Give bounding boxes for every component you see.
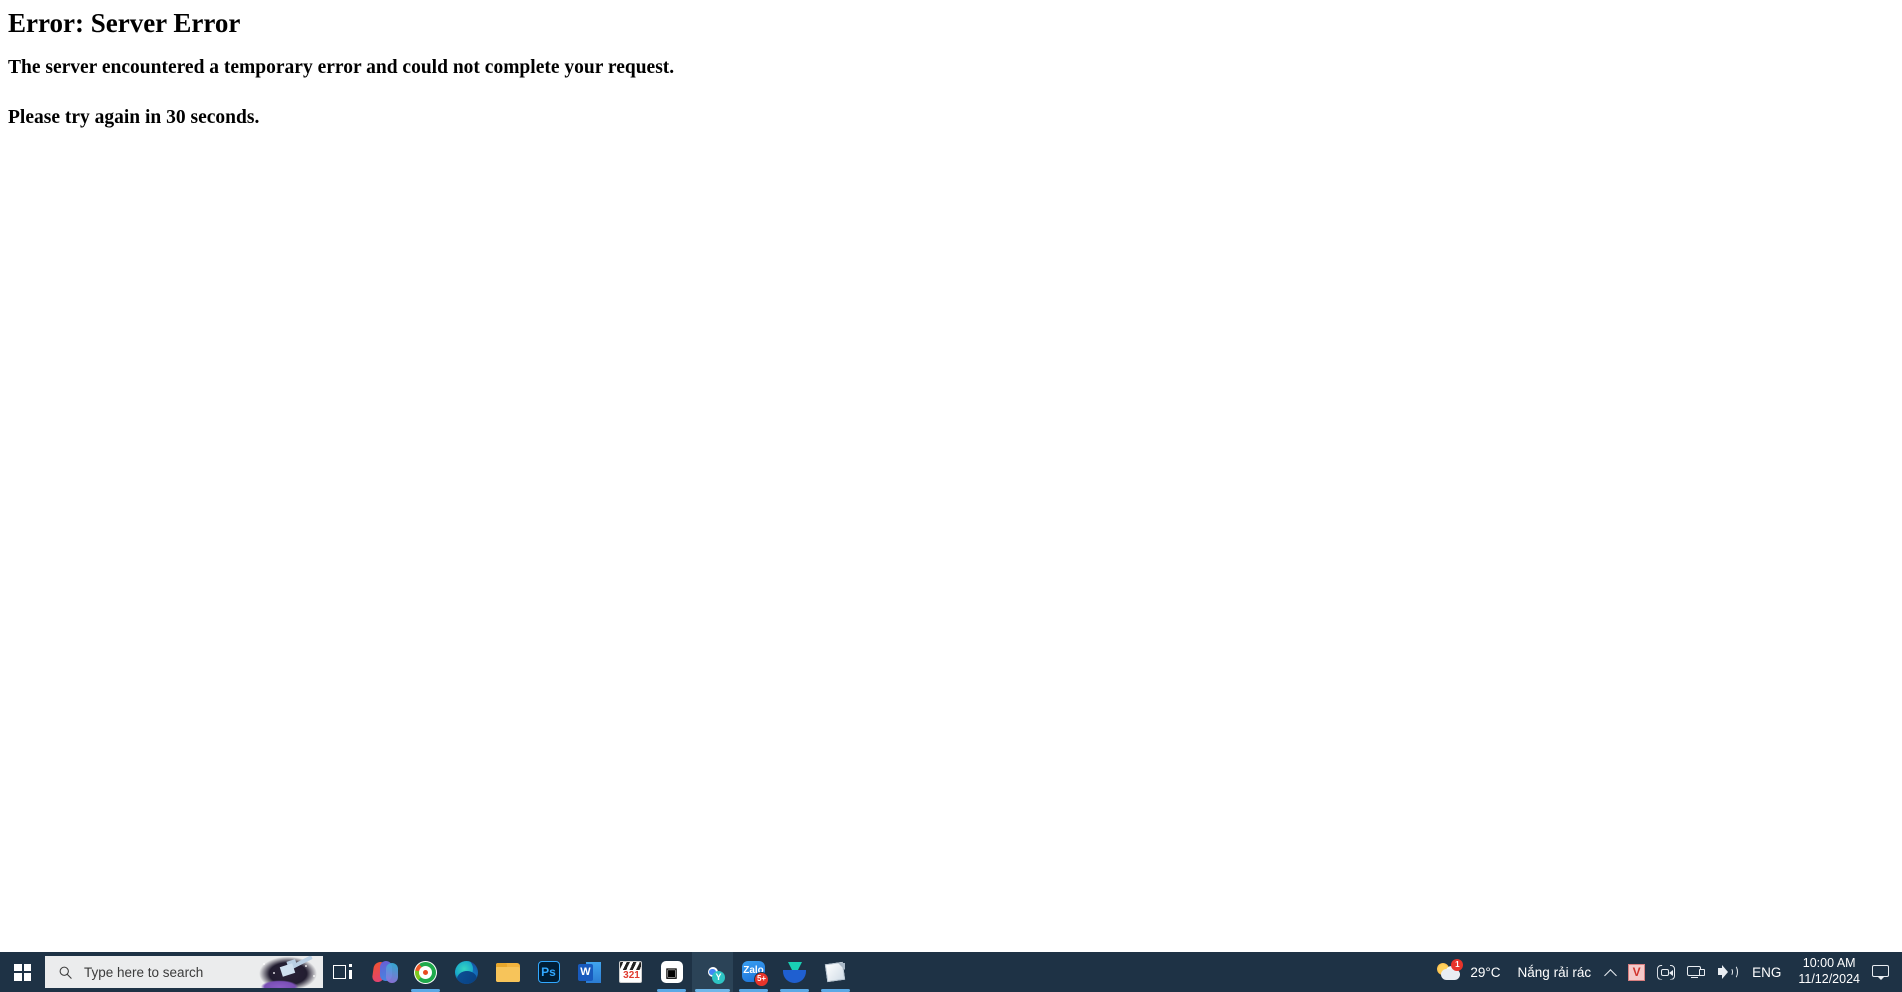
green-circle-app-icon xyxy=(414,960,437,984)
clock[interactable]: 10:00 AM 11/12/2024 xyxy=(1790,956,1868,987)
taskbar-app-capcut[interactable]: ▣ xyxy=(651,952,692,992)
zalo-notification-badge: 5+ xyxy=(754,971,769,987)
taskbar-app-copilot[interactable] xyxy=(364,952,405,992)
taskbar-app-sticky-notes[interactable] xyxy=(815,952,856,992)
taskbar-app-zalo[interactable]: Zalo 5+ xyxy=(733,952,774,992)
taskbar-app-clapperboard-321[interactable]: 321 xyxy=(610,952,651,992)
chrome-icon-wrap: Y xyxy=(701,961,725,984)
weather-condition: Nắng rải rác xyxy=(1517,964,1592,980)
error-message-line-1: The server encountered a temporary error… xyxy=(8,57,675,79)
clock-date: 11/12/2024 xyxy=(1798,972,1860,986)
copilot-icon xyxy=(371,961,398,983)
chevron-up-icon xyxy=(1605,967,1616,978)
download-manager-icon xyxy=(783,961,806,983)
zalo-badge-count: 5+ xyxy=(756,974,767,983)
start-button[interactable] xyxy=(0,952,45,992)
microsoft-edge-icon xyxy=(455,960,478,984)
chrome-overlay-badge: Y xyxy=(712,970,725,984)
clock-time: 10:00 AM xyxy=(1802,956,1856,971)
clapperboard-icon: 321 xyxy=(619,961,642,983)
task-view-icon xyxy=(333,964,354,980)
network-tray-icon-button[interactable] xyxy=(1681,952,1712,992)
taskbar-app-microsoft-edge[interactable] xyxy=(446,952,487,992)
system-tray: 1 29°C Nắng rải rác V ENG 10:00 AM 11/12… xyxy=(1432,952,1902,992)
weather-notification-badge: 1 xyxy=(1451,959,1464,971)
weather-sun-cloud-icon: 1 xyxy=(1436,959,1464,983)
language-indicator[interactable]: ENG xyxy=(1743,965,1790,980)
taskbar-app-microsoft-word[interactable]: W xyxy=(569,952,610,992)
weather-temperature: 29°C xyxy=(1470,964,1501,980)
camera-icon xyxy=(1657,964,1676,980)
error-document: Error: Server Error The server encounter… xyxy=(0,0,1902,157)
weather-widget[interactable]: 1 29°C Nắng rải rác xyxy=(1432,952,1599,992)
sticky-notes-icon xyxy=(824,961,846,983)
page-title: Error: Server Error xyxy=(8,8,241,38)
network-icon xyxy=(1687,965,1706,980)
search-decoration-image xyxy=(253,956,323,988)
taskbar-app-download-manager[interactable] xyxy=(774,952,815,992)
taskbar-app-green-circle-app[interactable] xyxy=(405,952,446,992)
speaker-icon xyxy=(1718,964,1739,980)
error-message-line-2: Please try again in 30 seconds. xyxy=(8,107,260,129)
windows-logo-icon xyxy=(14,963,31,981)
zalo-icon-wrap: Zalo 5+ xyxy=(742,960,769,987)
taskbar-app-adobe-photoshop[interactable]: Ps xyxy=(528,952,569,992)
search-icon xyxy=(59,966,72,979)
chrome-badge-text: Y xyxy=(715,971,722,982)
camera-tray-icon-button[interactable] xyxy=(1651,952,1681,992)
task-view-button[interactable] xyxy=(323,952,364,992)
photoshop-icon: Ps xyxy=(537,961,560,983)
unikey-icon: V xyxy=(1628,963,1646,981)
screen: Error: Server Error The server encounter… xyxy=(0,0,1902,992)
taskbar-app-google-chrome[interactable]: Y xyxy=(692,952,733,992)
unikey-tray-icon-button[interactable]: V xyxy=(1622,952,1651,992)
search-placeholder: Type here to search xyxy=(84,964,204,980)
taskbar-app-file-explorer[interactable] xyxy=(487,952,528,992)
capcut-icon: ▣ xyxy=(660,961,683,983)
word-icon: W xyxy=(578,961,601,983)
search-input[interactable]: Type here to search xyxy=(45,956,323,988)
volume-tray-icon-button[interactable] xyxy=(1712,952,1743,992)
file-explorer-icon xyxy=(495,962,520,982)
show-hidden-icons-button[interactable] xyxy=(1599,952,1622,992)
notification-center-button[interactable] xyxy=(1872,964,1889,980)
unikey-letter: V xyxy=(1632,965,1641,979)
taskbar: Type here to search Ps W 321 ▣ Y Zalo 5+… xyxy=(0,952,1902,992)
weather-badge-count: 1 xyxy=(1455,960,1460,969)
